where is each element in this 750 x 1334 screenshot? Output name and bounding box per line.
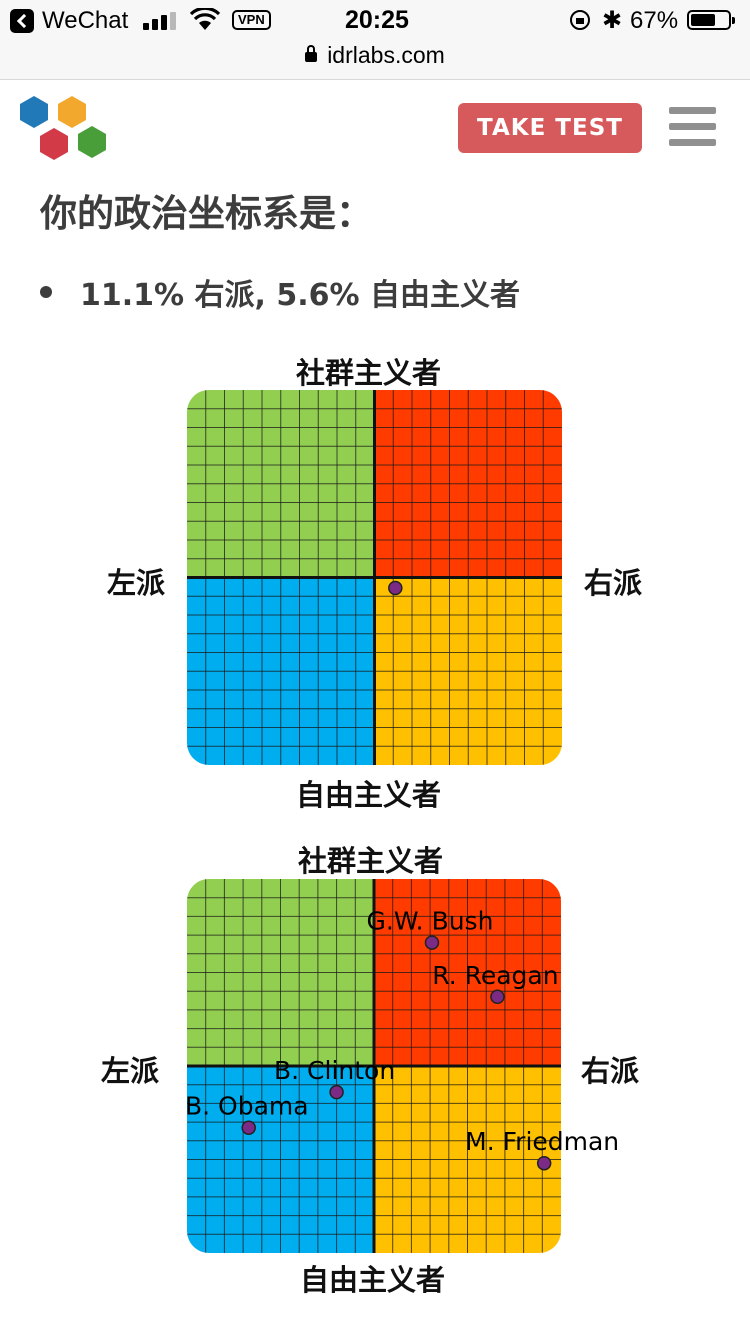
axis-label-bottom: 自由主义者 bbox=[300, 1263, 446, 1297]
cellular-signal-icon bbox=[143, 12, 179, 30]
data-point-label: G.W. Bush bbox=[367, 907, 494, 936]
political-compass-reference: 社群主义者 左派 右派 自由主义者 G.W. Bush R. Reagan B. C… bbox=[0, 828, 750, 1303]
page-title: 你的政治坐标系是： bbox=[40, 192, 373, 235]
axis-label-top: 社群主义者 bbox=[298, 844, 444, 878]
status-bar: WeChat VPN 20:25 ✱ 67% bbox=[0, 0, 750, 42]
data-point-label: B. Clinton bbox=[274, 1056, 395, 1085]
axis-label-left: 左派 bbox=[101, 1054, 160, 1088]
compass-plot bbox=[187, 390, 562, 765]
result-summary: 11.1% 右派, 5.6% 自由主义者 bbox=[0, 270, 520, 314]
idrlabs-logo[interactable] bbox=[18, 94, 110, 162]
data-point bbox=[490, 989, 505, 1005]
vpn-badge: VPN bbox=[232, 10, 271, 30]
data-point bbox=[424, 935, 440, 950]
compass-plot: G.W. Bush R. Reagan B. Clinton B. Obama M. F… bbox=[185, 879, 619, 1253]
data-point-label: B. Obama bbox=[185, 1092, 309, 1121]
data-point bbox=[536, 1155, 552, 1171]
axis-label-bottom: 自由主义者 bbox=[296, 778, 442, 812]
axis-label-top: 社群主义者 bbox=[296, 356, 442, 390]
url-bar[interactable]: idrlabs.com bbox=[0, 42, 750, 80]
data-point bbox=[388, 580, 403, 596]
data-point bbox=[329, 1084, 344, 1100]
bullet-icon bbox=[40, 286, 52, 298]
bluetooth-icon: ✱ bbox=[602, 7, 623, 34]
axis-label-right: 右派 bbox=[584, 566, 643, 600]
back-app-label[interactable]: WeChat bbox=[42, 7, 128, 35]
result-summary-text: 11.1% 右派, 5.6% 自由主义者 bbox=[80, 278, 521, 313]
axis-label-left: 左派 bbox=[107, 566, 166, 600]
political-compass-result: 社群主义者 左派 右派 自由主义者 bbox=[0, 340, 750, 815]
battery-percent: 67% bbox=[630, 7, 679, 34]
result-list: 11.1% 右派, 5.6% 自由主义者 bbox=[0, 270, 520, 314]
url-domain[interactable]: idrlabs.com bbox=[327, 42, 445, 68]
axis-label-right: 右派 bbox=[581, 1054, 640, 1088]
battery-icon bbox=[687, 10, 735, 30]
clock: 20:25 bbox=[345, 6, 409, 34]
orientation-lock-icon bbox=[570, 10, 590, 30]
compass-quadrants bbox=[187, 390, 562, 765]
wifi-icon bbox=[190, 8, 220, 30]
secure-lock-icon bbox=[305, 45, 318, 62]
back-to-app-icon[interactable] bbox=[10, 9, 34, 33]
take-test-button[interactable]: TAKE TEST bbox=[458, 103, 642, 153]
menu-icon[interactable] bbox=[669, 107, 716, 147]
data-point-label: M. Friedman bbox=[465, 1127, 619, 1156]
data-point bbox=[241, 1120, 256, 1135]
data-point-label: R. Reagan bbox=[432, 961, 558, 990]
